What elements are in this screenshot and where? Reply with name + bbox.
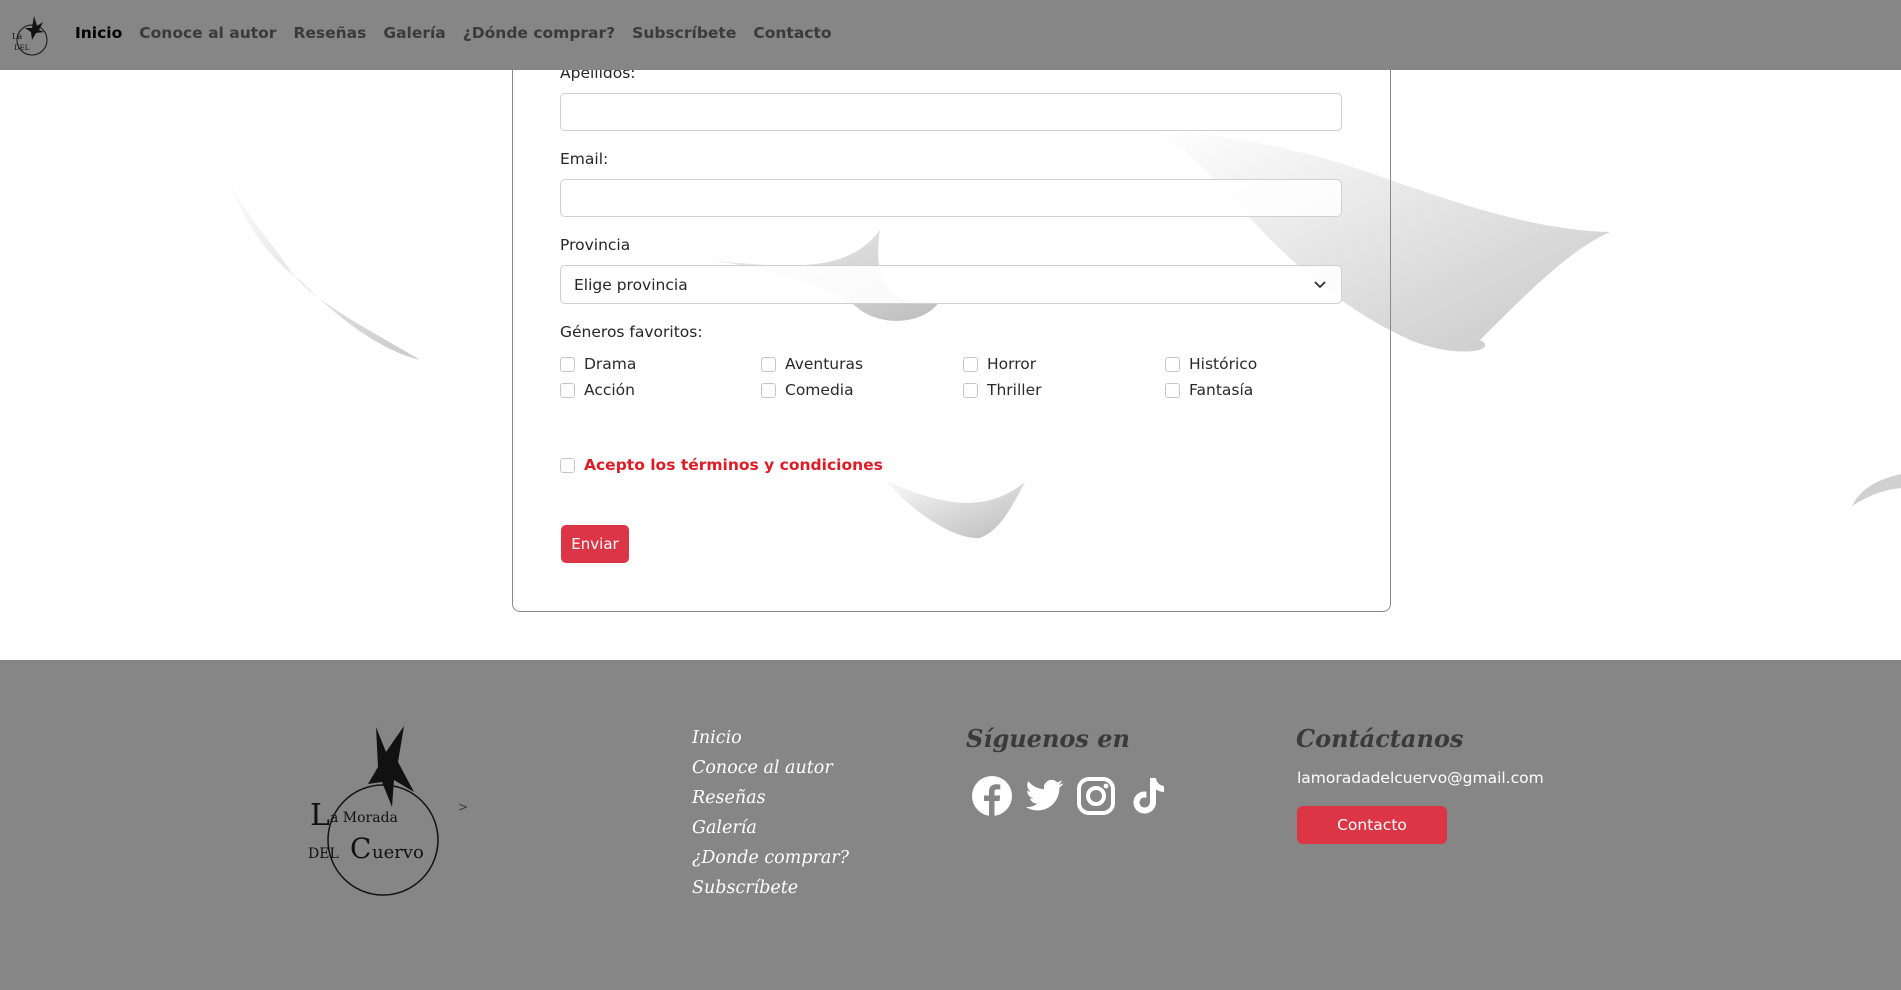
checkbox-box[interactable] <box>963 356 978 372</box>
apellidos-input[interactable] <box>560 93 1342 131</box>
checkbox-thriller[interactable]: Thriller <box>963 381 1042 399</box>
checkbox-label: Comedia <box>785 381 854 399</box>
chevron-down-icon <box>1314 281 1326 289</box>
footer-logo-icon[interactable]: L a Morada DEL C uervo <box>306 722 466 897</box>
checkbox-box[interactable] <box>761 356 776 372</box>
contact-button[interactable]: Contacto <box>1297 806 1447 844</box>
generos-label: Géneros favoritos: <box>560 323 703 341</box>
checkbox-accion[interactable]: Acción <box>560 381 635 399</box>
provincia-label: Provincia <box>560 236 631 254</box>
checkbox-box[interactable] <box>963 382 978 398</box>
svg-text:C: C <box>350 832 371 865</box>
checkbox-label: Thriller <box>987 381 1042 399</box>
nav-links: Inicio Conoce al autor Reseñas Galería ¿… <box>75 24 849 42</box>
provincia-select[interactable]: Elige provincia <box>560 265 1342 304</box>
checkbox-box[interactable] <box>1165 356 1180 372</box>
checkbox-box[interactable] <box>761 382 776 398</box>
svg-text:L: L <box>310 798 330 833</box>
checkbox-comedia[interactable]: Comedia <box>761 381 854 399</box>
tiktok-icon[interactable] <box>1126 774 1170 818</box>
submit-button[interactable]: Enviar <box>561 525 629 563</box>
footer-link-subscribete[interactable]: Subscríbete <box>692 878 849 908</box>
nav-link-inicio[interactable]: Inicio <box>75 24 122 42</box>
footer-links: Inicio Conoce al autor Reseñas Galería ¿… <box>692 728 849 908</box>
svg-text:La: La <box>12 32 22 41</box>
top-navbar: La DEL Inicio Conoce al autor Reseñas Ga… <box>0 0 1901 70</box>
nav-link-resenas[interactable]: Reseñas <box>293 24 366 42</box>
checkbox-label: Histórico <box>1189 355 1258 373</box>
checkbox-label: Horror <box>987 355 1037 373</box>
svg-text:uervo: uervo <box>372 842 424 863</box>
social-icons <box>970 774 1178 818</box>
footer-link-comprar[interactable]: ¿Donde comprar? <box>692 848 849 878</box>
contact-heading: Contáctanos <box>1296 724 1464 753</box>
checkbox-box[interactable] <box>560 382 575 398</box>
email-label: Email: <box>560 150 609 168</box>
checkbox-historico[interactable]: Histórico <box>1165 355 1257 373</box>
paper-decoration <box>226 170 420 360</box>
footer-link-inicio[interactable]: Inicio <box>692 728 849 758</box>
checkbox-label: Drama <box>584 355 637 373</box>
contact-email[interactable]: lamoradadelcuervo@gmail.com <box>1297 769 1544 787</box>
checkbox-drama[interactable]: Drama <box>560 355 636 373</box>
terms-checkbox[interactable]: Acepto los términos y condiciones <box>560 456 883 474</box>
svg-text:DEL: DEL <box>308 846 339 862</box>
checkbox-fantasia[interactable]: Fantasía <box>1165 381 1253 399</box>
checkbox-label: Aventuras <box>785 355 864 373</box>
nav-link-subscribete[interactable]: Subscríbete <box>632 24 736 42</box>
footer-link-galeria[interactable]: Galería <box>692 818 849 848</box>
facebook-icon[interactable] <box>970 774 1014 818</box>
nav-link-contacto[interactable]: Contacto <box>753 24 831 42</box>
provincia-selected-value: Elige provincia <box>574 276 688 294</box>
footer-link-autor[interactable]: Conoce al autor <box>692 758 849 788</box>
checkbox-box[interactable] <box>560 356 575 372</box>
social-heading: Síguenos en <box>966 724 1130 753</box>
instagram-icon[interactable] <box>1074 774 1118 818</box>
footer-link-resenas[interactable]: Reseñas <box>692 788 849 818</box>
checkbox-aventuras[interactable]: Aventuras <box>761 355 863 373</box>
footer-arrow-text: > <box>458 800 469 814</box>
brand-logo-icon[interactable]: La DEL <box>10 10 52 58</box>
terms-checkbox-box[interactable] <box>560 457 575 473</box>
checkbox-horror[interactable]: Horror <box>963 355 1036 373</box>
svg-text:DEL: DEL <box>14 44 30 52</box>
twitter-icon[interactable] <box>1022 774 1066 818</box>
footer <box>0 660 1901 990</box>
checkbox-box[interactable] <box>1165 382 1180 398</box>
terms-label[interactable]: Acepto los términos y condiciones <box>584 456 883 474</box>
checkbox-label: Acción <box>584 381 635 399</box>
nav-link-comprar[interactable]: ¿Dónde comprar? <box>463 24 615 42</box>
svg-text:a Morada: a Morada <box>330 810 398 826</box>
checkbox-label: Fantasía <box>1189 381 1254 399</box>
paper-decoration <box>1852 474 1901 506</box>
nav-link-galeria[interactable]: Galería <box>383 24 445 42</box>
email-input[interactable] <box>560 179 1342 217</box>
nav-link-autor[interactable]: Conoce al autor <box>139 24 276 42</box>
